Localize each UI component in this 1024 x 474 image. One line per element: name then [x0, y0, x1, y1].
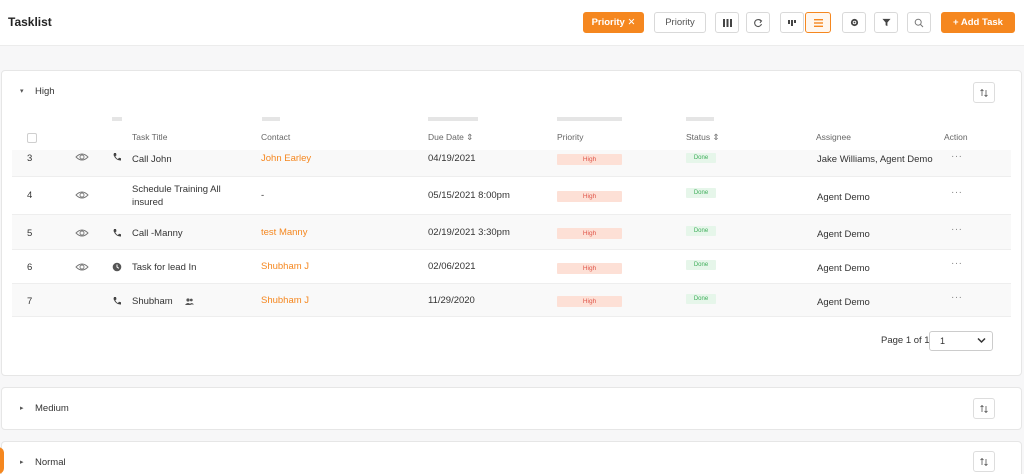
pagination-label: Page 1 of 1: [881, 335, 930, 346]
contact-link[interactable]: test Manny: [261, 227, 307, 238]
page-title: Tasklist: [8, 15, 52, 29]
columns-icon[interactable]: [715, 12, 739, 33]
select-all-checkbox[interactable]: [27, 133, 37, 143]
kanban-view-icon[interactable]: [780, 12, 804, 33]
due-date: 02/19/2021 3:30pm: [428, 227, 510, 238]
col-status[interactable]: Status ⇕: [686, 132, 720, 143]
sort-toggle-icon[interactable]: [973, 451, 995, 472]
contact-link[interactable]: Shubham J: [261, 295, 309, 306]
priority-badge: High: [557, 228, 622, 239]
due-date: 11/29/2020: [428, 295, 475, 306]
group-card-medium[interactable]: ▸ Medium: [1, 387, 1022, 430]
table-row[interactable]: 3 Call John John Earley 04/19/2021 High …: [12, 150, 1011, 177]
priority-badge: High: [557, 296, 622, 307]
row-number: 7: [27, 296, 33, 307]
row-actions-menu[interactable]: ···: [951, 224, 963, 235]
contact-link[interactable]: Shubham J: [261, 261, 309, 272]
assignee: Jake Williams, Agent Demo: [817, 154, 933, 165]
col-due-date[interactable]: Due Date ⇕: [428, 132, 473, 143]
due-date: 04/19/2021: [428, 153, 476, 164]
filter-funnel-icon[interactable]: [874, 12, 898, 33]
phone-icon: [112, 228, 122, 241]
task-title[interactable]: Call John: [132, 153, 172, 166]
due-date: 05/15/2021 8:00pm: [428, 190, 510, 201]
search-icon[interactable]: [907, 12, 931, 33]
due-date: 02/06/2021: [428, 261, 476, 272]
contact-link[interactable]: John Earley: [261, 153, 311, 164]
priority-badge: High: [557, 263, 622, 274]
eye-icon[interactable]: [75, 152, 89, 165]
scroll-clipped-row: [428, 117, 478, 121]
status-badge: Done: [686, 153, 716, 163]
top-bar: Tasklist Priority ✕ Priority + Add Task: [0, 0, 1024, 46]
task-title-line: Schedule Training All: [132, 184, 221, 195]
refresh-icon[interactable]: [746, 12, 770, 33]
task-title-line: insured: [132, 197, 164, 208]
task-title-text: Shubham: [132, 296, 173, 307]
row-actions-menu[interactable]: ···: [951, 258, 963, 269]
status-badge: Done: [686, 294, 716, 304]
assignee: Agent Demo: [817, 297, 870, 308]
users-icon: [185, 298, 195, 305]
expand-caret-icon[interactable]: ▸: [20, 404, 24, 412]
col-priority: Priority: [557, 132, 584, 142]
task-title[interactable]: Schedule Training All insured: [132, 183, 221, 209]
group-label: Medium: [35, 403, 69, 414]
row-actions-menu[interactable]: ···: [951, 151, 963, 162]
scroll-clipped-row: [686, 117, 714, 121]
clock-icon: [112, 262, 122, 275]
priority-filter-chip[interactable]: Priority ✕: [583, 12, 644, 33]
row-actions-menu[interactable]: ···: [951, 187, 963, 198]
sort-toggle-icon[interactable]: [973, 398, 995, 419]
add-task-button[interactable]: + Add Task: [941, 12, 1015, 33]
task-title[interactable]: Task for lead In: [132, 261, 196, 274]
chat-launcher-icon[interactable]: [0, 447, 4, 474]
group-label: High: [35, 86, 55, 97]
table-row[interactable]: 4 Schedule Training All insured - 05/15/…: [12, 177, 1011, 215]
settings-gear-icon[interactable]: [842, 12, 866, 33]
status-badge: Done: [686, 188, 716, 198]
group-header-high[interactable]: ▾ High: [2, 71, 1021, 111]
chevron-down-icon: [977, 337, 986, 344]
row-number: 3: [27, 153, 33, 164]
row-number: 4: [27, 190, 33, 201]
col-assignee: Assignee: [816, 132, 851, 142]
scroll-clipped-row: [557, 117, 622, 121]
collapse-caret-icon[interactable]: ▾: [20, 87, 24, 95]
status-badge: Done: [686, 226, 716, 236]
scroll-clipped-row: [262, 117, 280, 121]
col-action: Action: [944, 132, 968, 142]
list-view-icon[interactable]: [805, 12, 831, 33]
assignee: Agent Demo: [817, 229, 870, 240]
sort-toggle-icon[interactable]: [973, 82, 995, 103]
row-actions-menu[interactable]: ···: [951, 292, 963, 303]
page-select[interactable]: 1: [929, 331, 993, 351]
group-card-normal[interactable]: ▸ Normal: [1, 441, 1022, 474]
task-title[interactable]: Call -Manny: [132, 227, 183, 240]
group-by-priority-button[interactable]: Priority: [654, 12, 706, 33]
priority-badge: High: [557, 191, 622, 202]
page-select-value: 1: [940, 336, 946, 346]
table-row[interactable]: 6 Task for lead In Shubham J 02/06/2021 …: [12, 250, 1011, 284]
scroll-clipped-row: [112, 117, 122, 121]
row-number: 5: [27, 228, 33, 239]
assignee: Agent Demo: [817, 263, 870, 274]
priority-badge: High: [557, 154, 622, 165]
task-title[interactable]: Shubham: [132, 295, 195, 308]
group-label: Normal: [35, 457, 66, 468]
col-contact: Contact: [261, 132, 291, 142]
table-row[interactable]: 5 Call -Manny test Manny 02/19/2021 3:30…: [12, 215, 1011, 250]
expand-caret-icon[interactable]: ▸: [20, 458, 24, 466]
phone-icon: [112, 152, 122, 165]
col-task-title: Task Title: [132, 132, 168, 142]
eye-icon[interactable]: [75, 228, 89, 241]
row-number: 6: [27, 262, 33, 273]
contact-link: -: [261, 190, 265, 201]
eye-icon[interactable]: [75, 262, 89, 275]
table-row[interactable]: 7 Shubham Shubham J 11/29/2020 High Done…: [12, 284, 1011, 317]
assignee: Agent Demo: [817, 192, 870, 203]
status-badge: Done: [686, 260, 716, 270]
eye-icon[interactable]: [75, 190, 89, 203]
phone-icon: [112, 296, 122, 309]
